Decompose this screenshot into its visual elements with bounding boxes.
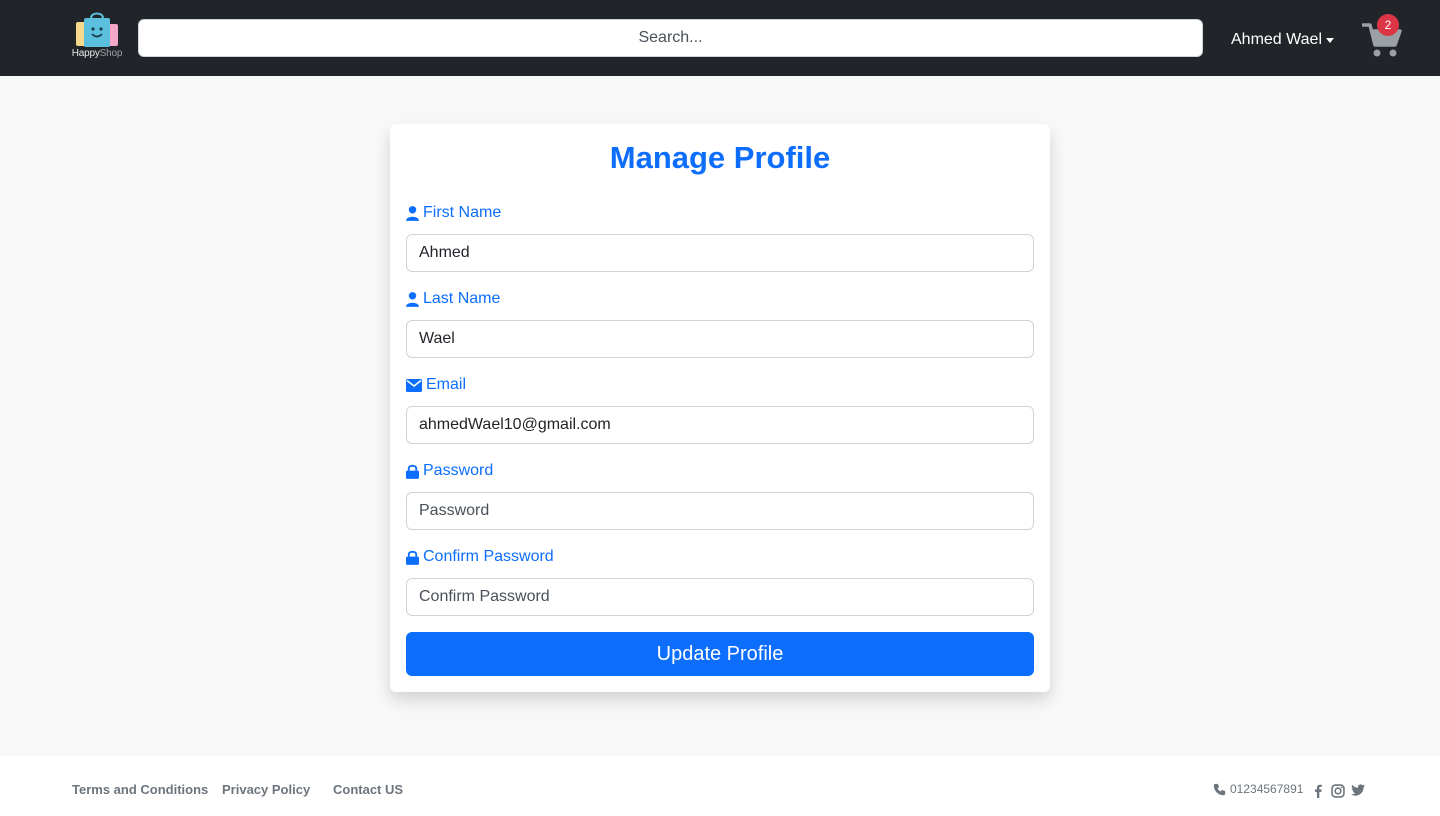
- user-icon: [406, 291, 419, 307]
- logo-word-happy: Happy: [71, 48, 100, 59]
- last-name-field[interactable]: [406, 320, 1034, 358]
- caret-down-icon: [1326, 37, 1334, 43]
- contact-link[interactable]: Contact US: [333, 782, 403, 797]
- user-name: Ahmed Wael: [1231, 31, 1322, 48]
- terms-link[interactable]: Terms and Conditions: [72, 782, 208, 797]
- logo-text: HappyShop: [70, 48, 124, 59]
- privacy-link[interactable]: Privacy Policy: [222, 782, 310, 797]
- instagram-icon[interactable]: [1331, 784, 1345, 798]
- phone-number-text: 01234567891: [1230, 782, 1304, 796]
- first-name-label-text: First Name: [423, 204, 502, 221]
- envelope-icon: [406, 378, 422, 392]
- cart-count-badge: 2: [1377, 14, 1399, 36]
- email-field[interactable]: [406, 406, 1034, 444]
- twitter-icon[interactable]: [1351, 784, 1365, 796]
- happyshop-logo[interactable]: HappyShop: [70, 12, 124, 64]
- lock-icon: [406, 464, 419, 479]
- phone-icon: [1213, 783, 1226, 795]
- confirm-password-field[interactable]: [406, 578, 1034, 616]
- first-name-label: First Name: [406, 204, 501, 222]
- password-field[interactable]: [406, 492, 1034, 530]
- password-label: Password: [406, 462, 493, 480]
- update-profile-button[interactable]: Update Profile: [406, 632, 1034, 676]
- navbar: HappyShop Ahmed Wael 2: [0, 0, 1440, 76]
- shopping-bag-logo-icon: [76, 12, 118, 47]
- first-name-field[interactable]: [406, 234, 1034, 272]
- confirm-password-label-text: Confirm Password: [423, 548, 554, 565]
- page-title: Manage Profile: [609, 140, 831, 175]
- search-input[interactable]: [138, 19, 1203, 57]
- last-name-label-text: Last Name: [423, 290, 501, 307]
- facebook-icon[interactable]: [1313, 784, 1323, 798]
- last-name-label: Last Name: [406, 290, 500, 308]
- phone-number: 01234567891: [1213, 782, 1303, 796]
- password-label-text: Password: [423, 462, 494, 479]
- user-icon: [406, 205, 419, 221]
- footer: Terms and Conditions Privacy Policy Cont…: [0, 756, 1440, 816]
- confirm-password-label: Confirm Password: [406, 548, 554, 566]
- email-label: Email: [406, 376, 466, 394]
- logo-word-shop: Shop: [99, 48, 123, 59]
- manage-profile-card: Manage Profile First Name Last Name Emai…: [390, 124, 1050, 692]
- user-dropdown[interactable]: Ahmed Wael: [1231, 31, 1334, 49]
- email-label-text: Email: [426, 376, 467, 393]
- lock-icon: [406, 550, 419, 565]
